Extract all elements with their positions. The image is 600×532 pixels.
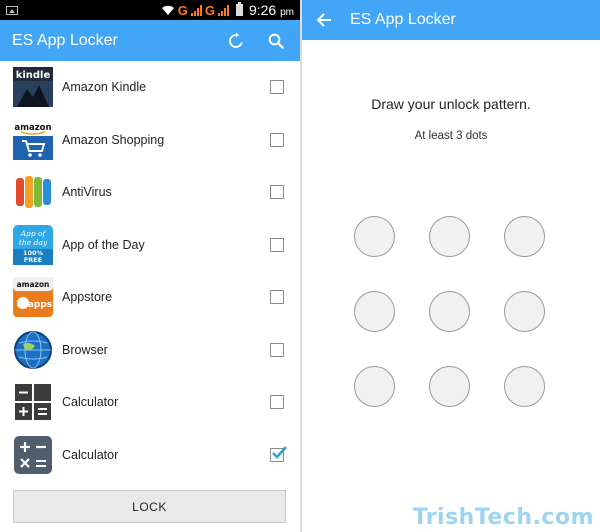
amazon-shopping-icon: amazon: [13, 119, 53, 160]
status-bar: G G 9:26 pm: [0, 0, 300, 20]
calculator-icon: [13, 382, 53, 422]
checkbox-calculator[interactable]: [270, 395, 284, 410]
list-item-amazon-shopping[interactable]: amazon Amazon Shopping: [0, 114, 300, 167]
network-type-2: G: [204, 2, 215, 18]
pattern-dot-6[interactable]: [504, 291, 545, 332]
svg-text:the day: the day: [19, 238, 48, 247]
appstore-icon: amazon apps: [13, 277, 53, 318]
pattern-dot-7[interactable]: [354, 366, 395, 407]
pattern-dot-3[interactable]: [504, 216, 545, 257]
search-icon: [268, 33, 284, 49]
kindle-icon: kindle: [13, 67, 53, 108]
battery-icon: [235, 2, 243, 16]
pattern-dot-8[interactable]: [429, 366, 470, 407]
list-item-app-of-the-day[interactable]: App of the day 100% FREE App of the Day: [0, 219, 300, 272]
pattern-dot-2[interactable]: [429, 216, 470, 257]
checkbox-amazon-kindle[interactable]: [270, 80, 284, 95]
watermark: TrishTech.com: [412, 505, 594, 530]
checkmark-icon: [272, 445, 287, 459]
calculator-blue-icon: [13, 435, 53, 475]
app-bar: ES App Locker: [0, 20, 300, 61]
pattern-prompt: Draw your unlock pattern.: [371, 96, 531, 112]
list-item-antivirus[interactable]: AntiVirus: [0, 166, 300, 219]
clock: 9:26 pm: [248, 2, 294, 18]
pattern-hint: At least 3 dots: [414, 130, 488, 142]
list-item-calculator-2[interactable]: Calculator: [0, 429, 300, 482]
app-of-the-day-icon: App of the day 100% FREE: [13, 224, 53, 265]
unlock-pattern-screen: ES App Locker Draw your unlock pattern. …: [302, 0, 600, 532]
back-button[interactable]: [316, 12, 332, 28]
checkbox-app-of-the-day[interactable]: [270, 237, 284, 252]
app-label: App of the Day: [62, 237, 145, 252]
app-label: Amazon Shopping: [62, 132, 165, 147]
checkbox-browser[interactable]: [270, 342, 284, 357]
search-button[interactable]: [264, 29, 288, 53]
app-label: Appstore: [62, 290, 113, 305]
network-type-1: G: [177, 2, 188, 18]
app-list-screen: G G 9:26 pm ES App Locker kindle Amazon …: [0, 0, 300, 532]
checkbox-calculator-2[interactable]: [270, 445, 287, 462]
signal-icon-2: [217, 4, 229, 16]
signal-icon-1: [190, 4, 202, 16]
pattern-dot-9[interactable]: [504, 366, 545, 407]
app-title-2: ES App Locker: [350, 11, 456, 28]
checkbox-antivirus[interactable]: [270, 185, 284, 200]
browser-icon: [13, 330, 53, 370]
back-arrow-icon: [316, 13, 331, 27]
svg-text:App of: App of: [20, 229, 47, 238]
antivirus-icon: [13, 172, 53, 213]
app-bar-2: ES App Locker: [302, 0, 600, 40]
svg-text:FREE: FREE: [24, 256, 42, 264]
pattern-dot-1[interactable]: [354, 216, 395, 257]
svg-text:apps: apps: [28, 300, 52, 310]
list-item-browser[interactable]: Browser: [0, 324, 300, 377]
app-label: AntiVirus: [62, 185, 112, 200]
svg-text:amazon: amazon: [14, 123, 51, 133]
lock-button[interactable]: LOCK: [13, 490, 286, 523]
app-label: Calculator: [62, 447, 119, 462]
list-item-appstore[interactable]: amazon apps Appstore: [0, 271, 300, 324]
refresh-button[interactable]: [224, 29, 248, 53]
svg-text:kindle: kindle: [16, 70, 51, 81]
app-list: kindle Amazon Kindle amazon Amazon Shopp…: [0, 61, 300, 481]
app-label: Browser: [62, 342, 108, 357]
checkbox-appstore[interactable]: [270, 290, 284, 305]
app-title: ES App Locker: [12, 31, 118, 49]
list-item-calculator[interactable]: Calculator: [0, 376, 300, 429]
wifi-icon: [161, 5, 174, 15]
checkbox-amazon-shopping[interactable]: [270, 132, 284, 147]
refresh-icon: [229, 32, 243, 48]
list-item-amazon-kindle[interactable]: kindle Amazon Kindle: [0, 61, 300, 114]
app-label: Calculator: [62, 395, 119, 410]
image-notification-icon: [6, 5, 18, 15]
svg-text:amazon: amazon: [17, 280, 50, 289]
pattern-dot-4[interactable]: [354, 291, 395, 332]
app-label: Amazon Kindle: [62, 80, 147, 95]
pattern-dot-5[interactable]: [429, 291, 470, 332]
